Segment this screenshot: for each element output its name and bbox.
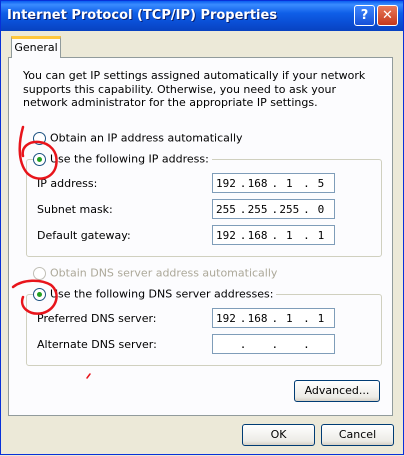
cancel-button[interactable]: Cancel <box>321 424 394 446</box>
dot: . <box>271 202 279 216</box>
dot: . <box>303 337 310 351</box>
dot: . <box>303 202 310 216</box>
ip-address-input[interactable]: 192. 168. 1. 5 <box>212 173 335 193</box>
dot: . <box>271 176 279 190</box>
dot: . <box>303 176 310 190</box>
subnet-octet-1: 255 <box>215 202 236 216</box>
subnet-octet-2: 255 <box>247 202 268 216</box>
pdns-octet-2: 168 <box>247 311 268 325</box>
dot: . <box>303 311 310 325</box>
tcpip-properties-dialog: Internet Protocol (TCP/IP) Properties ? … <box>0 0 404 455</box>
intro-text: You can get IP settings assigned automat… <box>23 69 366 109</box>
radio-use-following-ip-label: Use the following IP address: <box>50 152 209 166</box>
gateway-octet-1: 192 <box>215 228 236 242</box>
ip-octet-1: 192 <box>215 176 236 190</box>
radio-use-following-dns-label: Use the following DNS server addresses: <box>50 287 274 301</box>
subnet-mask-input[interactable]: 255. 255. 255. 0 <box>212 199 335 219</box>
dot: . <box>271 311 279 325</box>
tab-general[interactable]: General <box>11 36 61 58</box>
dot: . <box>239 337 247 351</box>
advanced-button[interactable]: Advanced... <box>294 380 380 402</box>
pdns-octet-3: 1 <box>285 311 293 325</box>
preferred-dns-label: Preferred DNS server: <box>37 312 157 325</box>
dot: . <box>303 228 310 242</box>
gateway-octet-4: 1 <box>317 228 325 242</box>
radio-obtain-ip-auto-label: Obtain an IP address automatically <box>50 131 243 145</box>
default-gateway-label: Default gateway: <box>37 229 131 242</box>
ip-octet-4: 5 <box>317 176 325 190</box>
radio-button-checked[interactable] <box>33 287 46 301</box>
alternate-dns-input[interactable]: . . . <box>212 334 335 354</box>
subnet-octet-4: 0 <box>317 202 325 216</box>
pdns-octet-1: 192 <box>215 311 236 325</box>
alternate-dns-label: Alternate DNS server: <box>37 338 157 351</box>
subnet-octet-3: 255 <box>279 202 300 216</box>
radio-use-following-dns[interactable]: Use the following DNS server addresses: <box>33 287 277 301</box>
ok-button[interactable]: OK <box>242 424 315 446</box>
radio-button[interactable] <box>33 131 46 145</box>
title-bar[interactable]: Internet Protocol (TCP/IP) Properties ? … <box>1 1 403 31</box>
default-gateway-input[interactable]: 192. 168. 1. 1 <box>212 225 335 245</box>
radio-obtain-ip-auto[interactable]: Obtain an IP address automatically <box>33 131 243 145</box>
radio-button-disabled[interactable] <box>33 266 46 280</box>
window-title: Internet Protocol (TCP/IP) Properties <box>7 8 278 23</box>
help-button[interactable]: ? <box>354 5 375 26</box>
dot: . <box>239 228 247 242</box>
dot: . <box>239 311 247 325</box>
dot: . <box>271 337 279 351</box>
radio-obtain-dns-auto[interactable]: Obtain DNS server address automatically <box>33 266 277 280</box>
dot: . <box>239 176 247 190</box>
ip-address-label: IP address: <box>37 177 98 190</box>
dot: . <box>271 228 279 242</box>
ip-octet-3: 1 <box>285 176 293 190</box>
close-button[interactable]: ✕ <box>377 5 398 26</box>
radio-obtain-dns-auto-label: Obtain DNS server address automatically <box>50 266 278 280</box>
dot: . <box>239 202 247 216</box>
radio-button-checked[interactable] <box>33 152 46 166</box>
gateway-octet-2: 168 <box>247 228 268 242</box>
dns-server-group <box>26 294 382 366</box>
pdns-octet-4: 1 <box>317 311 325 325</box>
subnet-mask-label: Subnet mask: <box>37 203 113 216</box>
ip-octet-2: 168 <box>247 176 268 190</box>
radio-use-following-ip[interactable]: Use the following IP address: <box>33 152 212 166</box>
gateway-octet-3: 1 <box>285 228 293 242</box>
preferred-dns-input[interactable]: 192. 168. 1. 1 <box>212 308 335 328</box>
